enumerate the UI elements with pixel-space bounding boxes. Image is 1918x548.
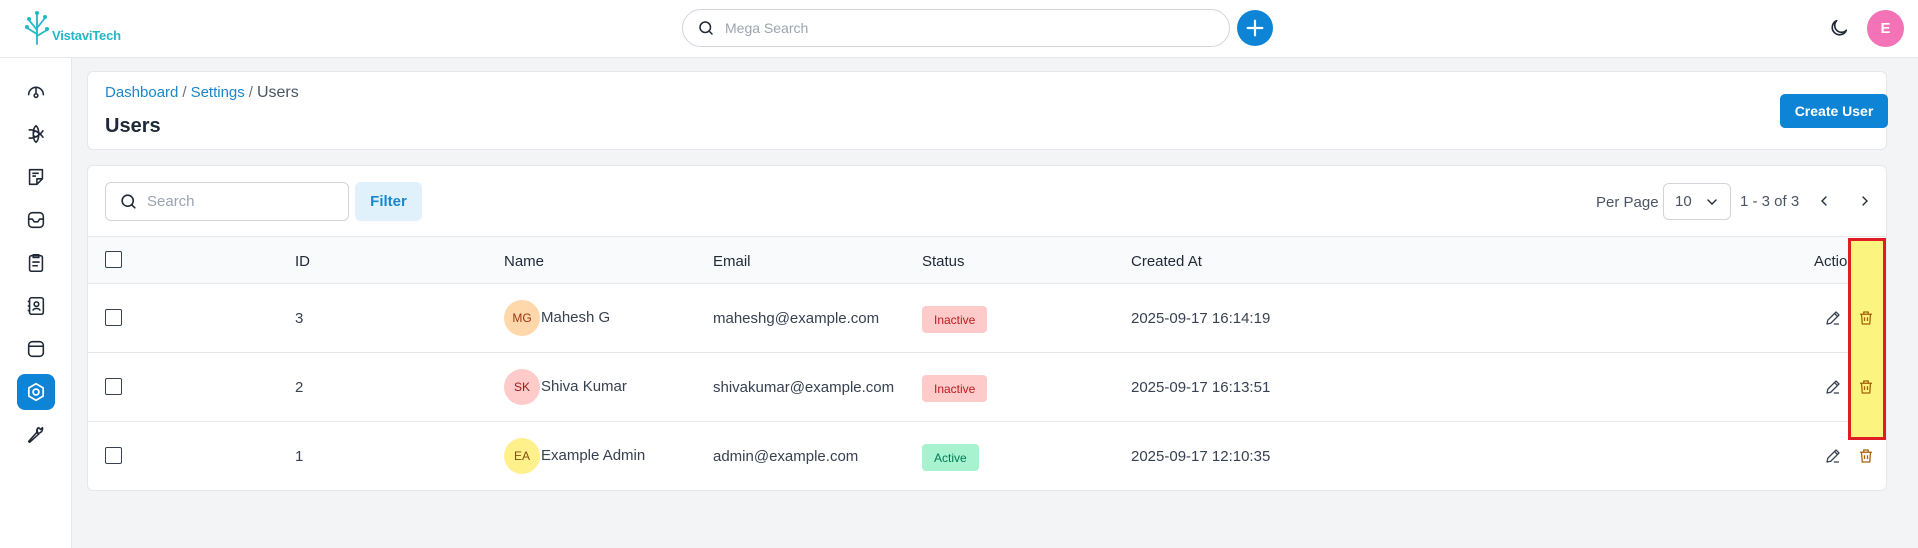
row-checkbox[interactable] [105, 447, 122, 464]
inbox-icon [27, 211, 45, 229]
sidebar-item-contacts[interactable] [17, 288, 55, 324]
select-all-checkbox[interactable] [105, 251, 122, 268]
edit-button[interactable] [1821, 306, 1845, 330]
pencil-icon [1826, 449, 1840, 463]
cell-email: shivakumar@example.com [713, 379, 895, 396]
column-header-created-at[interactable]: Created At [1131, 253, 1202, 270]
wrench-icon [27, 426, 44, 444]
status-badge: Active [922, 444, 979, 471]
cell-created-at: 2025-09-17 16:13:51 [1131, 379, 1271, 396]
row-checkbox[interactable] [105, 309, 122, 326]
chevron-down-icon [1707, 199, 1717, 205]
sidebar-item-inbox[interactable] [17, 202, 55, 238]
breadcrumb: Dashboard / Settings / Users [105, 84, 299, 102]
cell-email: admin@example.com [713, 448, 859, 465]
cell-name: Example Admin [541, 447, 646, 464]
cell-created-at: 2025-09-17 16:14:19 [1131, 310, 1271, 327]
edit-button[interactable] [1821, 375, 1845, 399]
search-icon [121, 194, 136, 209]
sidebar-item-clipboard[interactable] [17, 245, 55, 281]
breadcrumb-dashboard[interactable]: Dashboard [105, 84, 178, 101]
moon-icon [1831, 19, 1848, 36]
cell-id: 3 [295, 310, 304, 327]
pencil-icon [1826, 311, 1840, 325]
sidebar-item-settings-active[interactable] [17, 374, 55, 410]
ai-network-icon [28, 124, 44, 144]
mega-search-input[interactable] [725, 20, 1205, 36]
row-checkbox[interactable] [105, 378, 122, 395]
delete-button[interactable] [1854, 375, 1878, 399]
breadcrumb-current: Users [256, 84, 299, 101]
mega-search-box[interactable] [682, 9, 1230, 47]
contacts-icon [27, 296, 45, 316]
users-table-card: Filter Per Page 10 1 - 3 of 3 ID Name Em… [87, 165, 1887, 491]
status-badge: Inactive [922, 306, 988, 333]
previous-page-button[interactable] [1812, 188, 1836, 214]
pencil-icon [1826, 380, 1840, 394]
search-icon [699, 21, 713, 35]
plus-icon [1246, 19, 1264, 37]
logo-tree-icon [25, 11, 49, 45]
sidebar-item-ai[interactable] [17, 116, 55, 152]
filter-button[interactable]: Filter [355, 182, 422, 221]
cell-name: Shiva Kumar [541, 378, 627, 395]
archive-icon [27, 340, 45, 358]
create-user-button[interactable]: Create User [1780, 94, 1888, 128]
trash-icon [1860, 449, 1872, 463]
per-page-label: Per Page [1596, 194, 1659, 211]
breadcrumb-settings[interactable]: Settings [191, 84, 245, 101]
table-search-box[interactable] [105, 182, 349, 221]
page-header: Dashboard / Settings / Users Users Create Us… [87, 71, 1888, 150]
avatar: EA [504, 438, 540, 474]
status-badge: Inactive [922, 375, 988, 402]
breadcrumb-separator: / [248, 84, 253, 101]
per-page-value: 10 [1675, 193, 1692, 210]
avatar: MG [504, 300, 540, 336]
quick-add-button[interactable] [1237, 10, 1273, 46]
column-header-id[interactable]: ID [295, 253, 310, 270]
table-header: ID Name Email Status Created At Actions [88, 236, 1886, 284]
edit-button[interactable] [1821, 444, 1845, 468]
cell-id: 2 [295, 379, 304, 396]
breadcrumb-separator: / [182, 84, 187, 101]
column-header-name[interactable]: Name [504, 253, 544, 270]
clipboard-icon [28, 253, 44, 273]
brand-name: VistaviTech [52, 28, 121, 43]
table-row[interactable]: 3 MG Mahesh G maheshg@example.com Inacti… [88, 284, 1886, 353]
delete-button[interactable] [1854, 306, 1878, 330]
chevron-right-icon [1862, 196, 1868, 206]
delete-actions-highlight [1848, 238, 1886, 440]
per-page-select[interactable]: 10 [1663, 183, 1731, 220]
settings-icon [27, 382, 45, 402]
sidebar-item-tools[interactable] [17, 417, 55, 453]
table-search-input[interactable] [147, 193, 337, 210]
sidebar-item-dashboard[interactable] [17, 73, 55, 109]
next-page-button[interactable] [1853, 188, 1877, 214]
avatar: SK [504, 369, 540, 405]
user-avatar[interactable]: E [1867, 10, 1904, 47]
delete-button[interactable] [1854, 444, 1878, 468]
sidebar-item-archive[interactable] [17, 331, 55, 367]
theme-toggle-button[interactable] [1826, 15, 1852, 41]
table-row[interactable]: 1 EA Example Admin admin@example.com Act… [88, 422, 1886, 490]
notes-icon [28, 168, 44, 186]
page-title: Users [105, 115, 161, 137]
cell-id: 1 [295, 448, 304, 465]
table-row[interactable]: 2 SK Shiva Kumar shivakumar@example.com … [88, 353, 1886, 422]
cell-name: Mahesh G [541, 309, 611, 326]
chevron-left-icon [1821, 196, 1827, 206]
brand-logo[interactable]: VistaviTech [22, 10, 121, 46]
trash-icon [1860, 380, 1872, 394]
pagination-range: 1 - 3 of 3 [1740, 193, 1800, 210]
dashboard-gauge-icon [27, 86, 45, 99]
trash-icon [1860, 311, 1872, 325]
sidebar [0, 58, 72, 548]
sidebar-item-notes[interactable] [17, 159, 55, 195]
column-header-email[interactable]: Email [713, 253, 751, 270]
cell-created-at: 2025-09-17 12:10:35 [1131, 448, 1271, 465]
column-header-status[interactable]: Status [922, 253, 965, 270]
top-bar: VistaviTech E [0, 0, 1918, 58]
cell-email: maheshg@example.com [713, 310, 880, 327]
